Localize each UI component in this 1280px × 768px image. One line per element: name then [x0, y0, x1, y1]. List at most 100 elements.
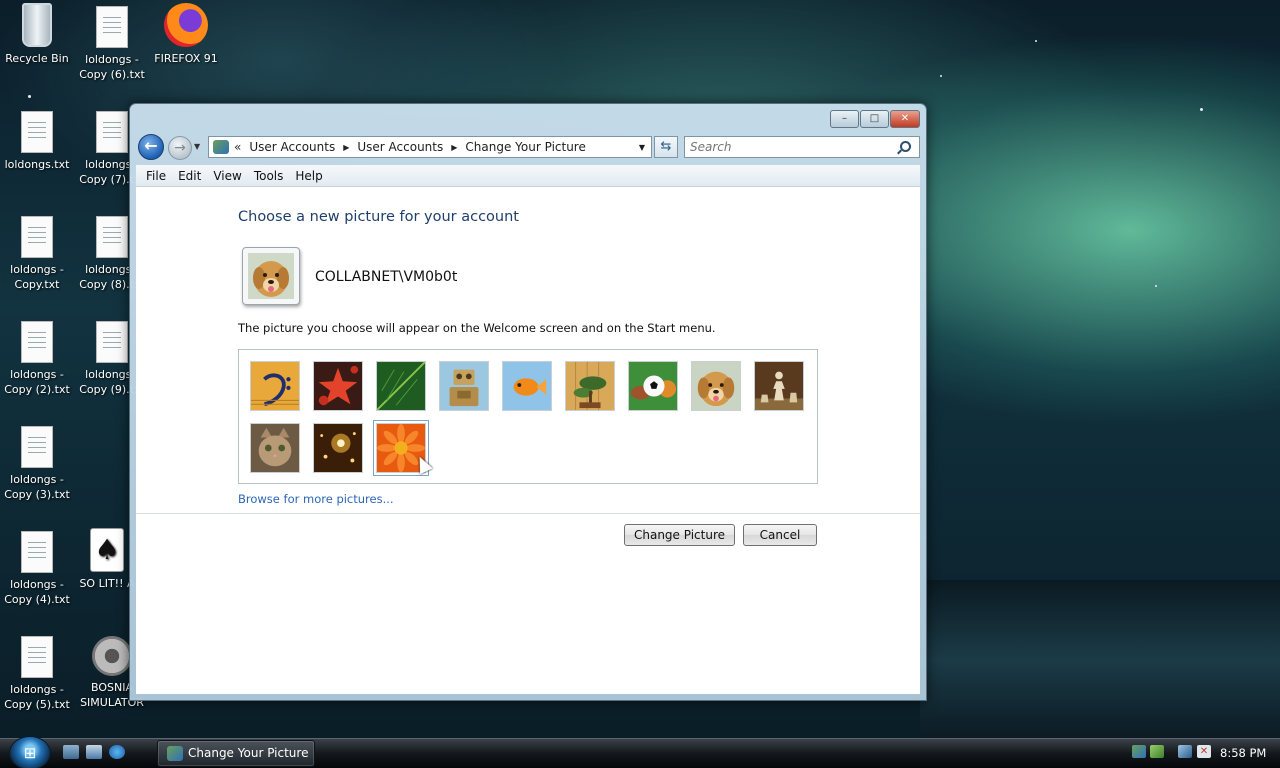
- solitaire-icon: ♠: [90, 528, 124, 572]
- desktop-icon-text-file[interactable]: loldongs.txt: [0, 111, 74, 172]
- star: [940, 75, 942, 77]
- user-name: COLLABNET\VM0b0t: [315, 269, 458, 285]
- text-file-icon: [96, 321, 128, 363]
- internet-explorer-icon[interactable]: [109, 745, 125, 759]
- network-icon[interactable]: [1178, 745, 1192, 758]
- recent-pages-dropdown-icon[interactable]: ▼: [194, 142, 200, 151]
- navigation-bar: ← → ▼ « User Accounts ▶ User Accounts ▶ …: [136, 134, 920, 160]
- dog-picture-icon: [248, 253, 294, 299]
- breadcrumb-arrow-icon[interactable]: ▶: [451, 143, 457, 152]
- menu-file[interactable]: File: [142, 169, 174, 183]
- breadcrumb-user-accounts-2[interactable]: User Accounts: [357, 140, 443, 154]
- desktop-icon-label: loldongs.txt: [4, 158, 70, 171]
- divider: [136, 513, 920, 514]
- show-desktop-icon[interactable]: [63, 745, 79, 759]
- taskbar-item-change-your-picture[interactable]: Change Your Picture: [157, 740, 315, 767]
- desktop-icon-recycle-bin[interactable]: Recycle Bin: [0, 3, 74, 66]
- back-button[interactable]: ←: [138, 134, 164, 160]
- menu-bar: File Edit View Tools Help: [136, 165, 920, 187]
- breadcrumb-overflow[interactable]: «: [234, 140, 241, 154]
- text-file-icon: [21, 531, 53, 573]
- firefox-icon: [164, 3, 208, 47]
- text-file-icon: [21, 216, 53, 258]
- control-panel-icon: [213, 140, 229, 154]
- browse-more-pictures-link[interactable]: Browse for more pictures...: [238, 492, 394, 506]
- star: [28, 95, 31, 98]
- desktop-icon-text-file[interactable]: loldongs - Copy (2).txt: [0, 321, 74, 397]
- close-button[interactable]: ✕: [890, 110, 920, 128]
- picture-soccer-ball[interactable]: [628, 361, 678, 411]
- search-icon[interactable]: [900, 141, 911, 152]
- switch-windows-icon[interactable]: [86, 745, 102, 759]
- lake-backdrop: [920, 580, 1280, 740]
- taskbar-item-label: Change Your Picture: [188, 746, 309, 760]
- breadcrumb-arrow-icon[interactable]: ▶: [343, 143, 349, 152]
- change-picture-window: – □ ✕ ← → ▼ « User Accounts ▶ User Accou…: [129, 103, 927, 701]
- picture-kitten[interactable]: [250, 423, 300, 473]
- text-file-icon: [96, 216, 128, 258]
- search-input[interactable]: [684, 136, 920, 158]
- desktop-icon-text-file[interactable]: loldongs - Copy (5).txt: [0, 636, 74, 712]
- text-file-icon: [21, 636, 53, 678]
- text-file-icon: [96, 111, 128, 153]
- recycle-bin-icon: [22, 3, 52, 47]
- desktop-icon-text-file[interactable]: loldongs - Copy.txt: [0, 216, 74, 292]
- desktop-icon-label: loldongs - Copy.txt: [10, 263, 64, 291]
- picture-bonsai[interactable]: [565, 361, 615, 411]
- desktop-icon-label: loldongs - Copy (5).txt: [4, 683, 70, 711]
- control-panel-icon: [167, 746, 183, 761]
- menu-edit[interactable]: Edit: [174, 169, 209, 183]
- start-button[interactable]: ⊞: [9, 736, 51, 768]
- text-file-icon: [21, 321, 53, 363]
- picture-starfish[interactable]: [313, 361, 363, 411]
- desktop-icon-label: Recycle Bin: [5, 52, 69, 65]
- windows-logo-icon: ⊞: [23, 744, 37, 762]
- desktop-icon-text-file[interactable]: loldongs - Copy (3).txt: [0, 426, 74, 502]
- breadcrumb-user-accounts[interactable]: User Accounts: [249, 140, 335, 154]
- clock[interactable]: 8:58 PM: [1220, 746, 1266, 760]
- refresh-button[interactable]: ⇆: [654, 136, 678, 158]
- content-pane: Choose a new picture for your account CO…: [136, 187, 920, 694]
- tray-users-icon[interactable]: [1132, 745, 1146, 758]
- tray-app-icon[interactable]: [1150, 745, 1164, 758]
- picture-dog[interactable]: [691, 361, 741, 411]
- star: [1200, 108, 1203, 111]
- desktop-icon-text-file[interactable]: loldongs - Copy (6).txt: [75, 6, 149, 82]
- desktop-icon-label: SO LIT!! A: [79, 577, 135, 590]
- star: [1035, 40, 1037, 42]
- picture-chess[interactable]: [754, 361, 804, 411]
- picture-leaf[interactable]: [376, 361, 426, 411]
- desktop-icon-firefox[interactable]: FIREFOX 91: [149, 3, 223, 66]
- desktop-icon-label: loldongs - Copy (6).txt: [79, 53, 145, 81]
- desktop-icon-label: loldongs - Copy (4).txt: [4, 578, 70, 606]
- cancel-button[interactable]: Cancel: [743, 524, 817, 546]
- star: [1155, 285, 1157, 287]
- picture-goldfish[interactable]: [502, 361, 552, 411]
- gear-app-icon: [92, 636, 132, 676]
- desktop-icon-label: FIREFOX 91: [154, 52, 218, 65]
- picture-robot[interactable]: [439, 361, 489, 411]
- picture-bass-clef[interactable]: [250, 361, 300, 411]
- current-account-picture: [242, 247, 300, 305]
- desktop-icon-label: loldongs - Copy (3).txt: [4, 473, 70, 501]
- maximize-button[interactable]: □: [860, 110, 889, 128]
- forward-button[interactable]: →: [168, 136, 192, 160]
- volume-muted-icon[interactable]: ✕: [1197, 745, 1211, 758]
- menu-view[interactable]: View: [209, 169, 249, 183]
- change-picture-button[interactable]: Change Picture: [624, 524, 735, 546]
- text-file-icon: [21, 426, 53, 468]
- desktop-icon-text-file[interactable]: loldongs - Copy (4).txt: [0, 531, 74, 607]
- minimize-button[interactable]: –: [830, 110, 859, 128]
- picture-sparkles[interactable]: [313, 423, 363, 473]
- window-controls: – □ ✕: [830, 110, 920, 128]
- text-file-icon: [96, 6, 128, 48]
- menu-help[interactable]: Help: [291, 169, 330, 183]
- menu-tools[interactable]: Tools: [250, 169, 292, 183]
- page-title: Choose a new picture for your account: [238, 209, 519, 225]
- desktop-icon-label: loldongs - Copy (2).txt: [4, 368, 70, 396]
- breadcrumb-change-your-picture[interactable]: Change Your Picture: [465, 140, 585, 154]
- address-bar[interactable]: « User Accounts ▶ User Accounts ▶ Change…: [208, 136, 652, 158]
- picture-hint: The picture you choose will appear on th…: [238, 321, 716, 335]
- address-dropdown-icon[interactable]: ▼: [639, 143, 645, 152]
- text-file-icon: [21, 111, 53, 153]
